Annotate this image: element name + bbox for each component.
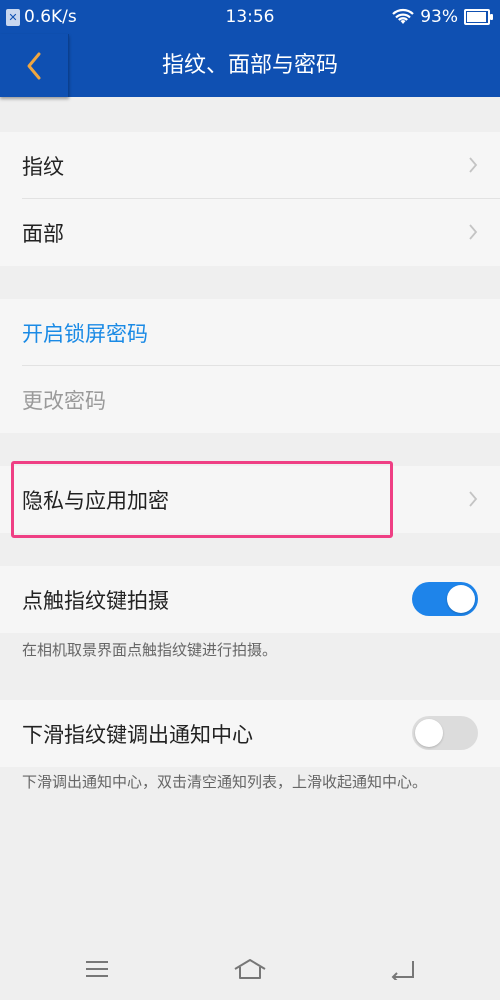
list-item-face[interactable]: 面部 bbox=[0, 199, 500, 266]
fingerprint-label: 指纹 bbox=[22, 154, 64, 179]
swipe-notify-group: 下滑指纹键调出通知中心 bbox=[0, 700, 500, 767]
battery-percent: 93% bbox=[420, 7, 458, 27]
tap-capture-group: 点触指纹键拍摄 bbox=[0, 566, 500, 633]
return-button[interactable] bbox=[382, 954, 422, 984]
home-button[interactable] bbox=[230, 954, 270, 984]
battery-fill bbox=[467, 12, 486, 22]
enable-lock-password-label: 开启锁屏密码 bbox=[22, 321, 148, 346]
chevron-right-icon bbox=[469, 491, 478, 507]
toggle-knob bbox=[447, 585, 475, 613]
status-bar: ✕ 0.6K/s 13:56 93% bbox=[0, 0, 500, 34]
home-icon bbox=[234, 959, 266, 979]
title-bar: 指纹、面部与密码 bbox=[0, 34, 500, 97]
navigation-bar bbox=[0, 940, 500, 1000]
swipe-notify-description: 下滑调出通知中心，双击清空通知列表，上滑收起通知中心。 bbox=[22, 773, 428, 791]
tap-capture-description: 在相机取景界面点触指纹键进行拍摄。 bbox=[22, 641, 278, 659]
list-item-fingerprint[interactable]: 指纹 bbox=[0, 132, 500, 199]
menu-icon bbox=[86, 961, 108, 977]
back-button[interactable] bbox=[0, 34, 69, 97]
chevron-right-icon bbox=[469, 224, 478, 240]
swipe-notify-label: 下滑指纹键调出通知中心 bbox=[22, 722, 253, 747]
tap-capture-toggle[interactable] bbox=[412, 582, 478, 616]
enable-lock-password-item[interactable]: 开启锁屏密码 bbox=[0, 299, 500, 366]
back-icon bbox=[391, 961, 414, 980]
tap-capture-item: 点触指纹键拍摄 bbox=[0, 566, 500, 633]
swipe-notify-item: 下滑指纹键调出通知中心 bbox=[0, 700, 500, 767]
swipe-notify-toggle[interactable] bbox=[412, 716, 478, 750]
change-password-label: 更改密码 bbox=[22, 388, 106, 413]
toggle-knob bbox=[415, 719, 443, 747]
status-right: 93% bbox=[392, 7, 493, 27]
highlight-box bbox=[11, 461, 393, 538]
change-password-item: 更改密码 bbox=[0, 366, 500, 433]
chevron-left-icon bbox=[27, 52, 41, 79]
face-label: 面部 bbox=[22, 221, 64, 246]
tap-capture-label: 点触指纹键拍摄 bbox=[22, 588, 169, 613]
page-title: 指纹、面部与密码 bbox=[161, 53, 338, 78]
wifi-icon bbox=[392, 8, 414, 24]
chevron-right-icon bbox=[469, 157, 478, 173]
biometrics-group: 指纹 面部 bbox=[0, 132, 500, 266]
battery-icon bbox=[464, 9, 493, 25]
password-group: 开启锁屏密码 更改密码 bbox=[0, 299, 500, 433]
menu-button[interactable] bbox=[77, 954, 117, 984]
